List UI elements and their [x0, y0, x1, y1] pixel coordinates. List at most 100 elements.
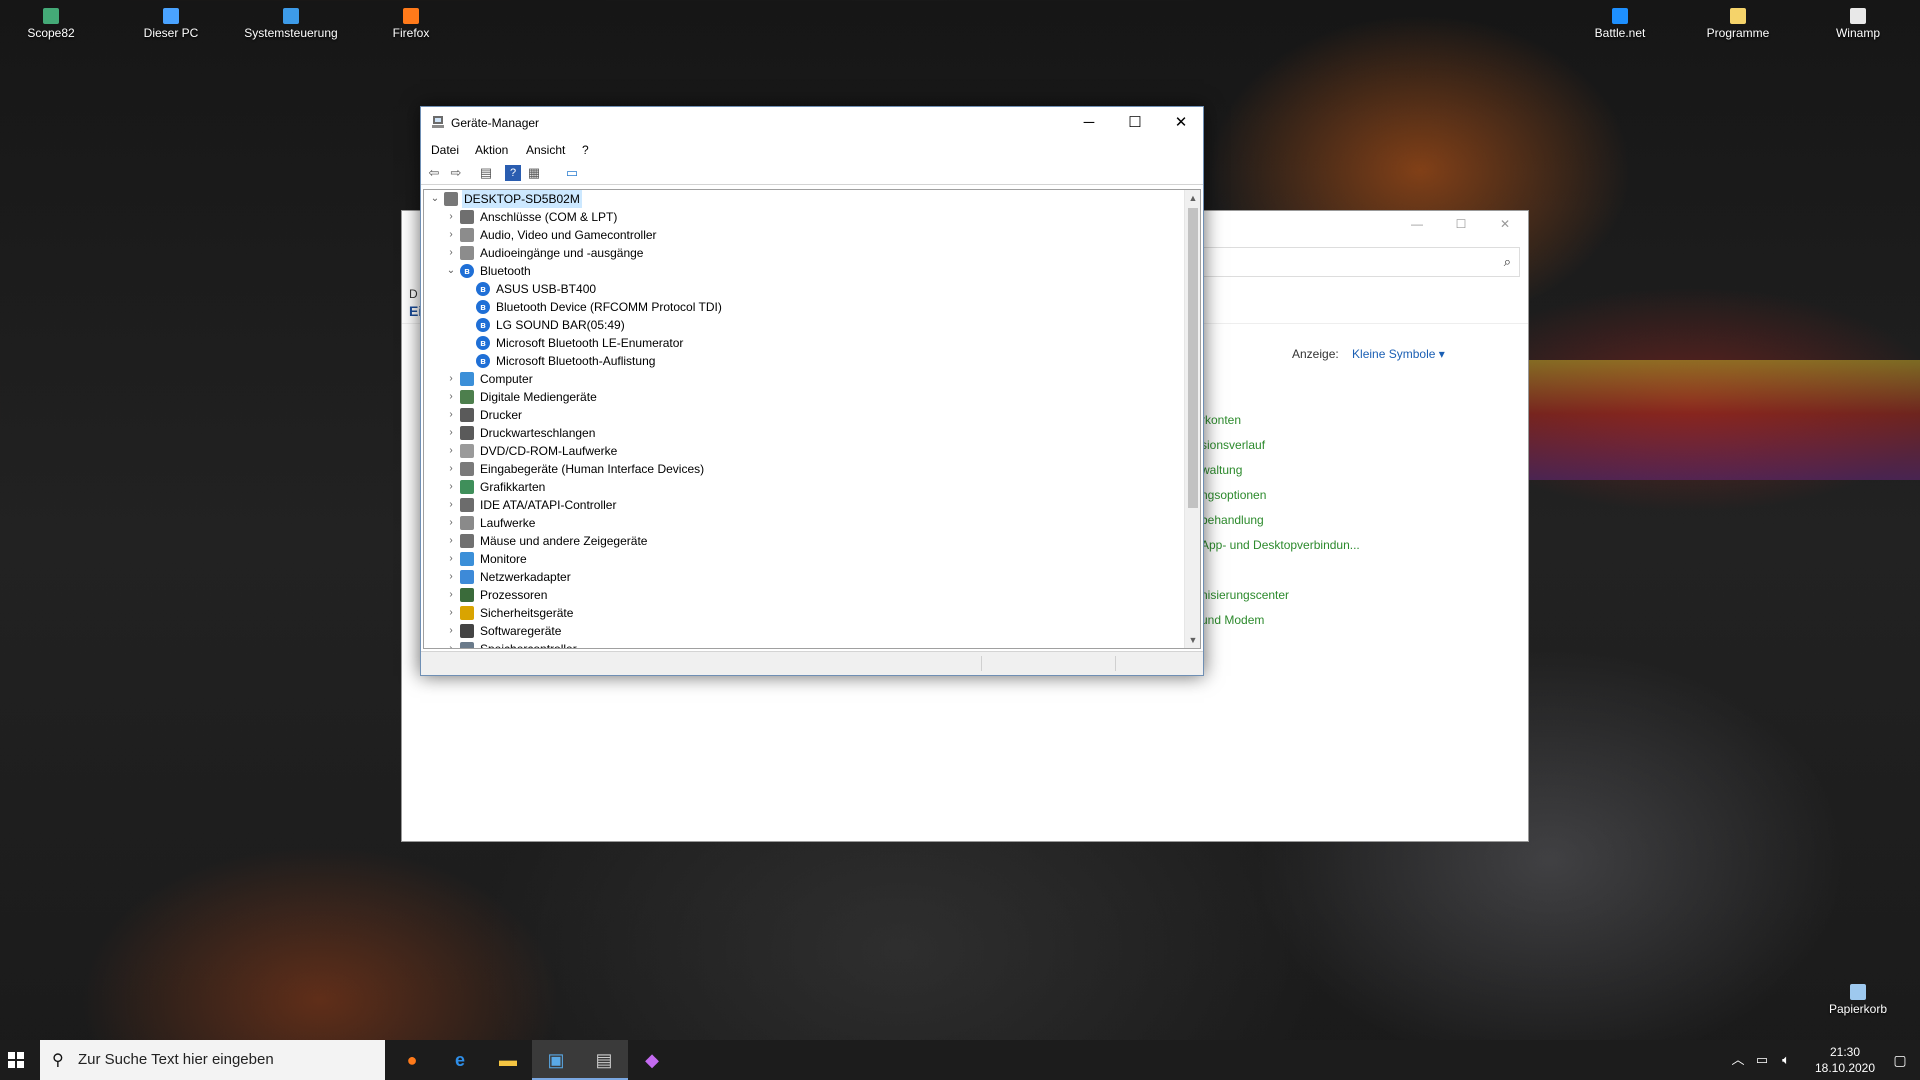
desktop-icon[interactable]: Winamp [1808, 0, 1908, 40]
clock-date: 18.10.2020 [1814, 1061, 1876, 1075]
security-icon [460, 606, 474, 620]
recycle-bin-icon [1850, 984, 1866, 1000]
tree-label: DVD/CD-ROM-Laufwerke [480, 444, 618, 458]
chevron-down-icon[interactable]: ⌄ [428, 190, 442, 208]
taskbar-search-input[interactable]: ⚲ Zur Suche Text hier eingeben [40, 1040, 385, 1080]
desktop-icon[interactable]: Programme [1688, 0, 1788, 40]
hid-icon [460, 462, 474, 476]
properties-icon[interactable]: ▤ [477, 165, 495, 181]
menu-datei[interactable]: Datei [431, 143, 459, 157]
control-panel-link[interactable]: sionsverlauf [1201, 438, 1360, 463]
chevron-right-icon[interactable]: › [444, 514, 458, 532]
scroll-up-icon[interactable]: ▲ [1185, 190, 1200, 206]
chevron-right-icon[interactable]: › [444, 244, 458, 262]
control-panel-link[interactable]: und Modem [1201, 613, 1360, 638]
tree-label: Bluetooth [480, 264, 531, 278]
control-panel-link[interactable]: waltung [1201, 463, 1360, 488]
close-icon[interactable]: ✕ [1158, 107, 1204, 139]
chevron-right-icon[interactable]: › [444, 460, 458, 478]
tree-label: Grafikkarten [480, 480, 546, 494]
device-manager-window[interactable]: Geräte-Manager ─ ☐ ✕ Datei Aktion Ansich… [420, 106, 1204, 676]
minimize-icon[interactable]: ─ [1066, 107, 1112, 139]
desktop-icon[interactable]: Battle.net [1570, 0, 1670, 40]
chevron-right-icon[interactable]: › [444, 586, 458, 604]
control-panel-link[interactable]: ngsoptionen [1201, 488, 1360, 513]
control-panel-link[interactable]: nisierungscenter [1201, 588, 1360, 613]
chevron-right-icon[interactable]: › [444, 478, 458, 496]
clock[interactable]: 21:30 18.10.2020 [1810, 1044, 1880, 1076]
chevron-right-icon[interactable]: › [444, 604, 458, 622]
firefox-taskbar-icon[interactable]: ● [388, 1040, 436, 1080]
tree-label: Anschlüsse (COM & LPT) [480, 210, 618, 224]
chevron-right-icon[interactable]: › [444, 442, 458, 460]
firefox-nightly-taskbar-icon[interactable]: ◆ [628, 1040, 676, 1080]
chevron-right-icon[interactable]: › [444, 226, 458, 244]
file-explorer-taskbar-icon[interactable]: ▬ [484, 1040, 532, 1080]
chevron-right-icon[interactable]: › [444, 208, 458, 226]
device-manager-titlebar[interactable]: Geräte-Manager ─ ☐ ✕ [421, 107, 1203, 139]
scan-hardware-icon[interactable]: ▭ [563, 165, 581, 181]
control-panel-search-input[interactable]: ⌕ [1202, 247, 1520, 277]
desktop-icon[interactable]: Scope82 [1, 0, 101, 40]
recycle-bin-label: Papierkorb [1828, 1002, 1888, 1016]
status-divider [981, 656, 982, 671]
control-panel-taskbar-icon[interactable]: ▣ [532, 1040, 580, 1080]
chevron-right-icon[interactable]: › [444, 496, 458, 514]
help-icon[interactable]: ? [505, 165, 521, 181]
network-icon[interactable]: ▭ [1752, 1040, 1772, 1080]
menu-help[interactable]: ? [582, 143, 589, 157]
windows-start-icon[interactable] [0, 1040, 32, 1080]
back-arrow-icon[interactable]: ⇦ [425, 165, 443, 181]
chevron-down-icon[interactable]: ⌄ [444, 262, 458, 280]
window-title: Geräte-Manager [451, 116, 540, 130]
chevron-right-icon[interactable]: › [444, 640, 458, 648]
bluetooth-icon: ʙ [476, 300, 490, 314]
menu-aktion[interactable]: Aktion [475, 143, 508, 157]
control-panel-links: rkonten sionsverlauf waltung ngsoptionen beh… [1201, 413, 1360, 638]
vertical-scrollbar[interactable]: ▲ ▼ [1184, 190, 1200, 648]
recycle-bin[interactable]: Papierkorb [1808, 976, 1908, 1016]
chevron-right-icon[interactable]: › [444, 424, 458, 442]
speaker-icon [460, 228, 474, 242]
chevron-right-icon[interactable]: › [444, 532, 458, 550]
desktop-icon[interactable]: Firefox [361, 0, 461, 40]
chevron-right-icon[interactable]: › [444, 550, 458, 568]
desktop-icon[interactable]: Dieser PC [121, 0, 221, 40]
desktop-icon[interactable]: Systemsteuerung [241, 0, 341, 40]
view-dropdown[interactable]: Kleine Symbole ▾ [1352, 347, 1445, 361]
notification-icon[interactable]: ▢ [1880, 1040, 1920, 1080]
maximize-icon[interactable]: ☐ [1451, 217, 1471, 233]
tree-label: Audioeingänge und -ausgänge [480, 246, 644, 260]
tree-label: Laufwerke [480, 516, 536, 530]
control-panel-link[interactable]: rkonten [1201, 413, 1360, 438]
edge-taskbar-icon[interactable]: e [436, 1040, 484, 1080]
forward-arrow-icon[interactable]: ⇨ [447, 165, 465, 181]
bluetooth-icon: ʙ [460, 264, 474, 278]
desktop-icon-label: Programme [1706, 26, 1770, 40]
volume-icon[interactable]: 🔈︎ [1776, 1040, 1796, 1080]
device-manager-taskbar-icon[interactable]: ▤ [580, 1040, 628, 1080]
close-icon[interactable]: ✕ [1495, 217, 1515, 233]
chevron-right-icon[interactable]: › [444, 388, 458, 406]
battlenet-icon [1612, 8, 1628, 24]
chevron-right-icon[interactable]: › [444, 406, 458, 424]
chevron-right-icon[interactable]: › [444, 370, 458, 388]
computer-icon [163, 8, 179, 24]
device-tree[interactable]: ▲ ▼ ⌄ DESKTOP-SD5B02M › Anschlüsse (COM & L… [423, 189, 1201, 649]
printer-icon [460, 426, 474, 440]
chevron-right-icon[interactable]: › [444, 568, 458, 586]
menu-ansicht[interactable]: Ansicht [526, 143, 565, 157]
control-panel-link[interactable]: App- und Desktopverbindun... [1201, 538, 1360, 563]
maximize-icon[interactable]: ☐ [1112, 107, 1158, 139]
scrollbar-thumb[interactable] [1188, 208, 1198, 508]
view-selector: Anzeige: Kleine Symbole ▾ [1292, 347, 1445, 361]
scroll-down-icon[interactable]: ▼ [1185, 632, 1200, 648]
tray-overflow-chevron-icon[interactable]: ︿ [1730, 1040, 1746, 1080]
view-list-icon[interactable]: ▦ [525, 165, 543, 181]
minimize-icon[interactable]: — [1407, 217, 1427, 233]
control-panel-link[interactable]: behandlung [1201, 513, 1360, 538]
media-device-icon [460, 390, 474, 404]
chevron-right-icon[interactable]: › [444, 622, 458, 640]
desktop-icon-label: Firefox [392, 26, 430, 40]
control-panel-link [1201, 563, 1360, 588]
